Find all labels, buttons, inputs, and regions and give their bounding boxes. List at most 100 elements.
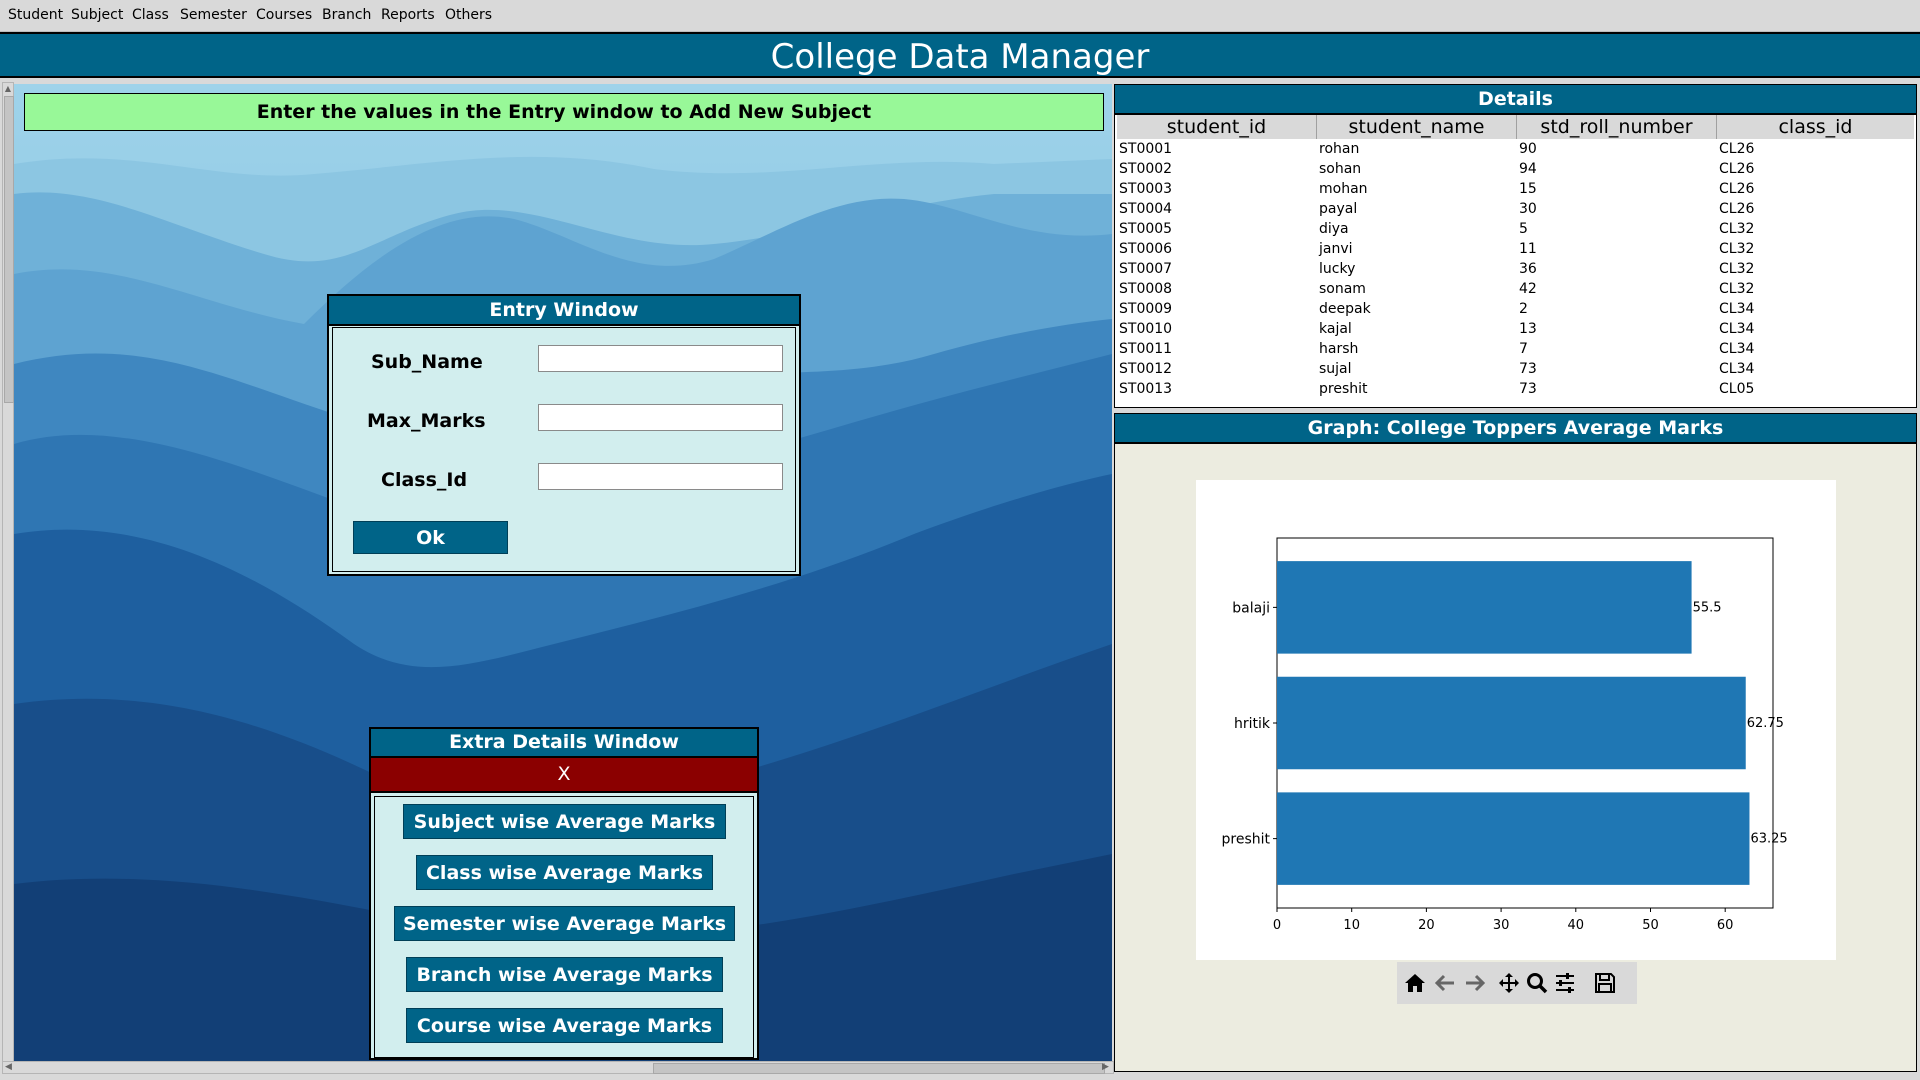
table-cell: payal (1319, 201, 1358, 217)
table-cell: sujal (1319, 361, 1352, 377)
table-row[interactable]: ST0003 mohan 15 CL26 (1119, 179, 1914, 199)
close-button[interactable]: X (371, 758, 757, 793)
menu-class[interactable]: Class (132, 7, 169, 23)
table-row[interactable]: ST0011 harsh 7 CL34 (1119, 339, 1914, 359)
table-row[interactable]: ST0004 payal 30 CL26 (1119, 199, 1914, 219)
x-tick-label: 50 (1642, 918, 1659, 933)
table-cell: kajal (1319, 321, 1352, 337)
scroll-up-arrow-icon[interactable]: ▲ (3, 83, 13, 94)
class-wise-average-button[interactable]: Class wise Average Marks (416, 855, 713, 890)
vertical-scrollbar[interactable]: ▲ (2, 82, 14, 1064)
branch-wise-average-button[interactable]: Branch wise Average Marks (406, 957, 723, 992)
column-header[interactable]: std_roll_number (1517, 115, 1717, 139)
semester-wise-average-button[interactable]: Semester wise Average Marks (394, 906, 735, 941)
table-cell: ST0001 (1119, 141, 1173, 157)
table-row[interactable]: ST0009 deepak 2 CL34 (1119, 299, 1914, 319)
table-cell: CL34 (1719, 361, 1755, 377)
column-header[interactable]: student_id (1117, 115, 1317, 139)
x-tick-label: 40 (1568, 918, 1585, 933)
table-cell: lucky (1319, 261, 1356, 277)
menu-subject[interactable]: Subject (71, 7, 123, 23)
table-cell: rohan (1319, 141, 1360, 157)
table-cell: CL26 (1719, 201, 1755, 217)
x-tick-label: 10 (1343, 918, 1360, 933)
bar-value-label: 62.75 (1747, 716, 1784, 731)
bar-value-label: 63.25 (1750, 832, 1787, 847)
table-cell: CL34 (1719, 341, 1755, 357)
table-cell: CL26 (1719, 181, 1755, 197)
forward-arrow-icon[interactable] (1463, 971, 1487, 995)
menu-student[interactable]: Student (8, 7, 63, 23)
menu-branch[interactable]: Branch (322, 7, 371, 23)
table-cell: deepak (1319, 301, 1371, 317)
table-row[interactable]: ST0012 sujal 73 CL34 (1119, 359, 1914, 379)
menu-reports[interactable]: Reports (381, 7, 435, 23)
table-cell: ST0008 (1119, 281, 1173, 297)
table-cell: 5 (1519, 221, 1528, 237)
table-row[interactable]: ST0006 janvi 11 CL32 (1119, 239, 1914, 259)
class-id-label: Class_Id (381, 469, 468, 491)
table-cell: ST0006 (1119, 241, 1173, 257)
sub-name-input[interactable] (538, 345, 783, 372)
class-id-input[interactable] (538, 463, 783, 490)
table-row[interactable]: ST0001 rohan 90 CL26 (1119, 139, 1914, 159)
instruction-banner: Enter the values in the Entry window to … (24, 93, 1104, 131)
table-cell: CL26 (1719, 161, 1755, 177)
table-cell: 42 (1519, 281, 1537, 297)
bar (1277, 676, 1746, 770)
menu-courses[interactable]: Courses (256, 7, 312, 23)
ok-button[interactable]: Ok (353, 521, 508, 554)
home-icon[interactable] (1403, 971, 1427, 995)
subject-wise-average-button[interactable]: Subject wise Average Marks (403, 804, 726, 839)
table-cell: 36 (1519, 261, 1537, 277)
configure-icon[interactable] (1553, 971, 1577, 995)
column-header[interactable]: class_id (1717, 115, 1914, 139)
y-tick-label: balaji (1232, 600, 1270, 616)
table-row[interactable]: ST0008 sonam 42 CL32 (1119, 279, 1914, 299)
table-row[interactable]: ST0002 sohan 94 CL26 (1119, 159, 1914, 179)
table-cell: ST0003 (1119, 181, 1173, 197)
menu-bar: Student Subject Class Semester Courses B… (0, 0, 1920, 32)
table-cell: mohan (1319, 181, 1368, 197)
horizontal-scroll-thumb[interactable] (653, 1063, 1105, 1074)
y-tick-label: hritik (1234, 716, 1271, 732)
table-cell: CL26 (1719, 141, 1755, 157)
back-arrow-icon[interactable] (1433, 971, 1457, 995)
horizontal-scrollbar[interactable]: ◀ ▶ (2, 1061, 1114, 1074)
table-cell: CL34 (1719, 321, 1755, 337)
extra-details-window: Extra Details Window X Subject wise Aver… (369, 727, 759, 1060)
x-tick-label: 0 (1273, 918, 1281, 933)
table-cell: 11 (1519, 241, 1537, 257)
table-cell: 90 (1519, 141, 1537, 157)
table-row[interactable]: ST0010 kajal 13 CL34 (1119, 319, 1914, 339)
table-cell: CL34 (1719, 301, 1755, 317)
menu-semester[interactable]: Semester (180, 7, 247, 23)
max-marks-label: Max_Marks (367, 410, 486, 432)
table-cell: ST0004 (1119, 201, 1173, 217)
table-cell: ST0013 (1119, 381, 1173, 397)
menu-others[interactable]: Others (445, 7, 492, 23)
details-table-header: student_id student_name std_roll_number … (1117, 115, 1914, 139)
table-row[interactable]: ST0005 diya 5 CL32 (1119, 219, 1914, 239)
entry-window-body: Sub_Name Max_Marks Class_Id Ok (332, 327, 796, 572)
max-marks-input[interactable] (538, 404, 783, 431)
scroll-right-arrow-icon[interactable]: ▶ (1100, 1061, 1111, 1072)
table-cell: 30 (1519, 201, 1537, 217)
table-cell: ST0012 (1119, 361, 1173, 377)
save-icon[interactable] (1593, 971, 1617, 995)
column-header[interactable]: student_name (1317, 115, 1517, 139)
entry-window-title: Entry Window (329, 296, 799, 326)
scroll-left-arrow-icon[interactable]: ◀ (3, 1061, 14, 1072)
bar-value-label: 55.5 (1693, 600, 1722, 615)
table-cell: CL32 (1719, 261, 1755, 277)
table-cell: ST0011 (1119, 341, 1173, 357)
vertical-scroll-thumb[interactable] (4, 96, 14, 403)
table-cell: janvi (1319, 241, 1353, 257)
zoom-icon[interactable] (1525, 971, 1549, 995)
table-row[interactable]: ST0007 lucky 36 CL32 (1119, 259, 1914, 279)
pan-icon[interactable] (1497, 971, 1521, 995)
course-wise-average-button[interactable]: Course wise Average Marks (406, 1008, 723, 1043)
sub-name-label: Sub_Name (371, 351, 483, 373)
plot-toolbar (1397, 962, 1637, 1004)
table-row[interactable]: ST0013 preshit 73 CL05 (1119, 379, 1914, 399)
